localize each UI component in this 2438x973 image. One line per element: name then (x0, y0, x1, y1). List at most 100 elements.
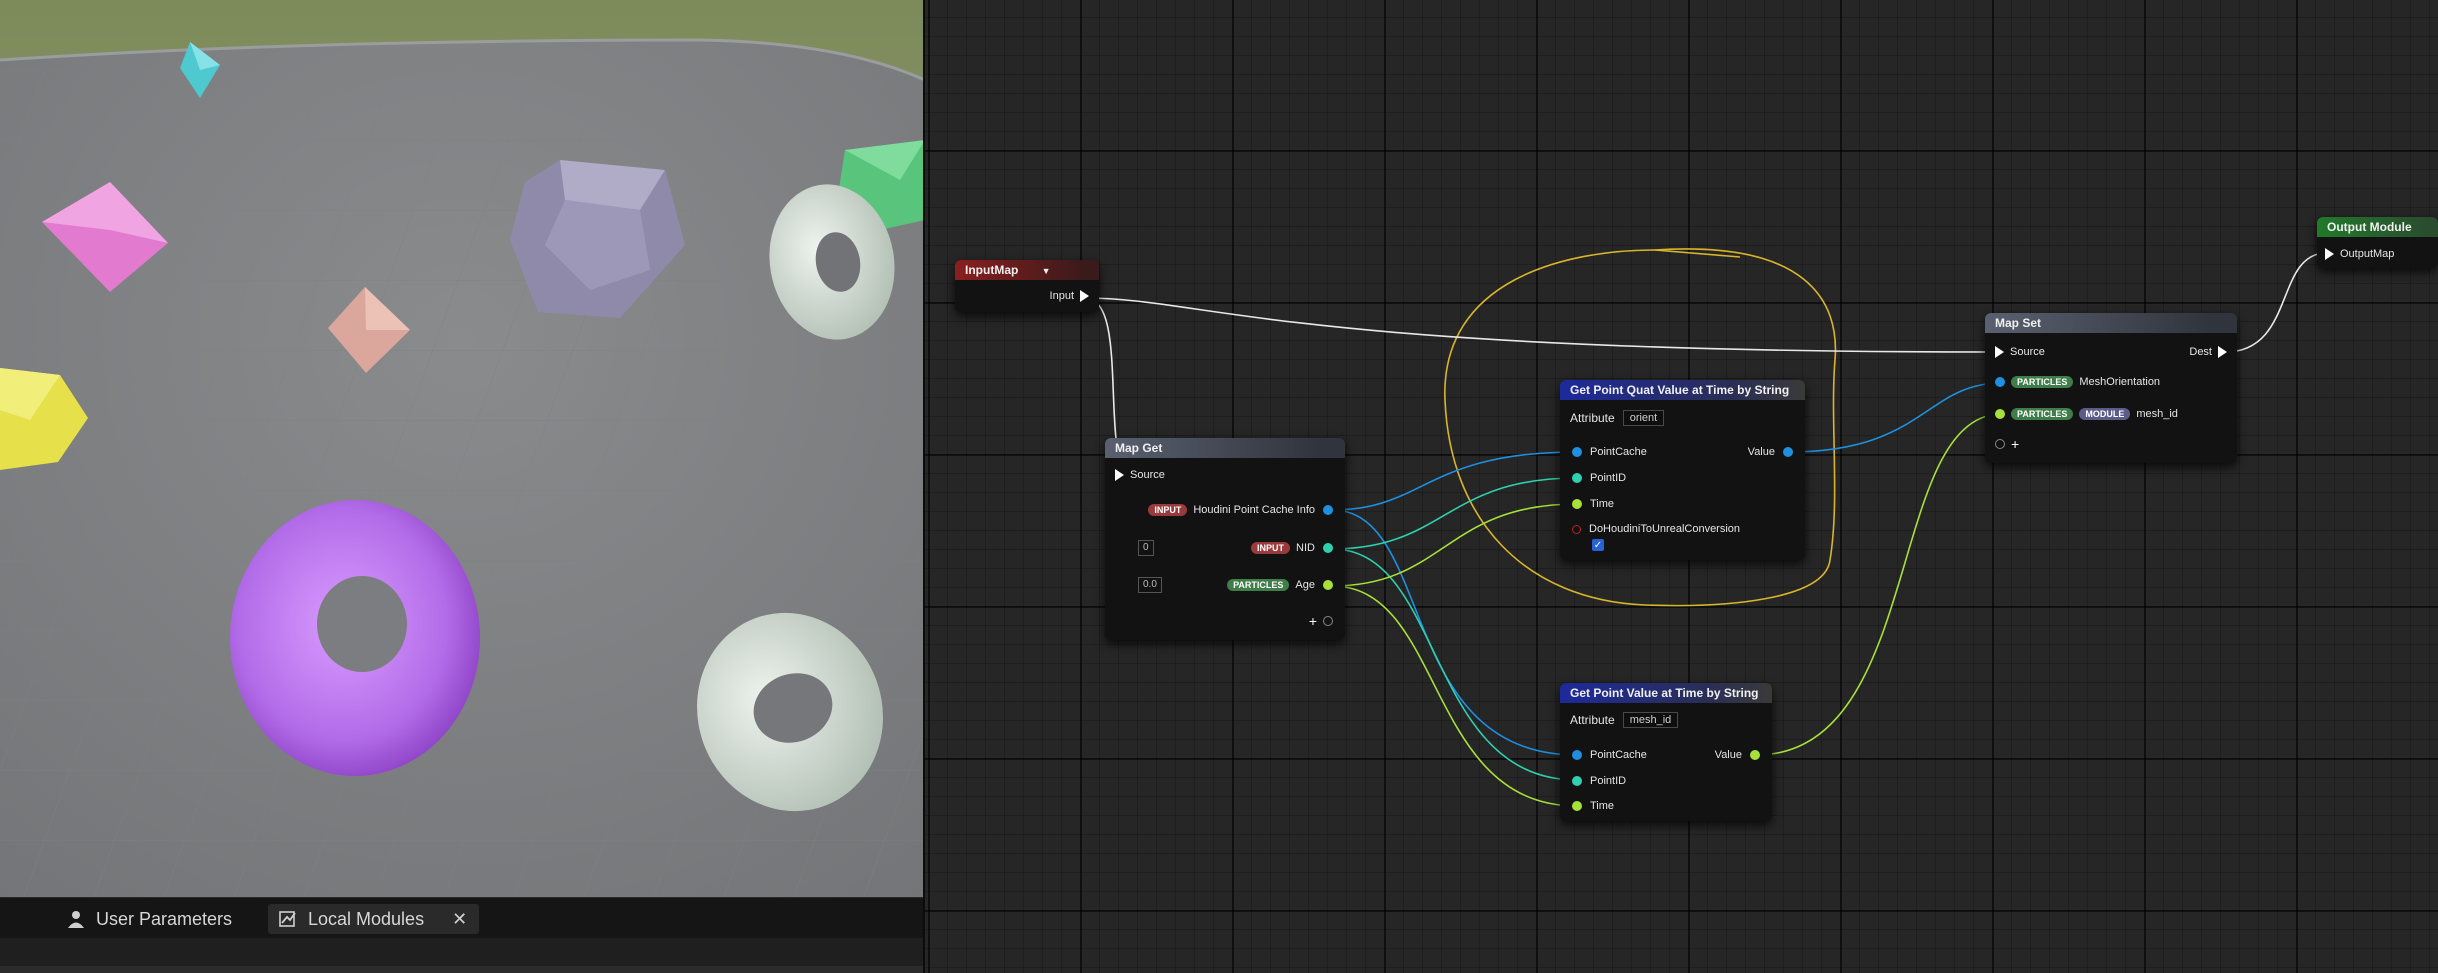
default-value-field[interactable]: 0.0 (1138, 577, 1162, 593)
panel-tab-bar: User Parameters Local Modules ✕ (0, 897, 925, 939)
particles-badge: PARTICLES (1227, 579, 1290, 591)
input-badge: INPUT (1251, 542, 1291, 554)
pin-label: NID (1296, 542, 1315, 554)
pin-label: Houdini Point Cache Info (1193, 504, 1315, 516)
node-get-point-value[interactable]: Get Point Value at Time by String Attrib… (1560, 683, 1772, 821)
add-pin-row: + (1995, 435, 2019, 453)
pin-label: Source (1130, 469, 1165, 481)
particles-badge: PARTICLES (2011, 408, 2074, 420)
output-pin[interactable] (1323, 505, 1333, 515)
add-pin-icon[interactable]: + (1309, 613, 1317, 629)
node-map-set[interactable]: Map Set Source Dest PARTICLES MeshOrient… (1985, 313, 2237, 463)
output-pin[interactable] (1783, 447, 1793, 457)
pin-label: PointCache (1590, 446, 1647, 458)
pin-label: Dest (2189, 346, 2212, 358)
output-pin[interactable] (1323, 543, 1333, 553)
float-wire (1331, 585, 1578, 807)
attribute-label: Attribute (1570, 713, 1615, 727)
pin-label: Time (1590, 800, 1615, 812)
add-pin-icon[interactable]: + (2011, 436, 2019, 452)
pin-label: MeshOrientation (2079, 376, 2161, 388)
int-wire (1331, 477, 1578, 550)
exec-in-pin[interactable] (1115, 469, 1124, 481)
node-input-map[interactable]: InputMap ▼ Input (955, 260, 1099, 312)
attribute-label: Attribute (1570, 411, 1615, 425)
input-pin[interactable] (1572, 801, 1582, 811)
conversion-checkbox[interactable]: ✓ (1592, 539, 1604, 551)
pin-label: PointID (1590, 472, 1627, 484)
exec-in-pin[interactable] (2325, 248, 2334, 260)
pin-label: PointID (1590, 775, 1627, 787)
output-pin[interactable] (1323, 580, 1333, 590)
node-title: Map Set (1995, 316, 2042, 330)
attribute-field[interactable]: orient (1622, 410, 1665, 426)
input-pin[interactable] (1572, 776, 1582, 786)
input-pin[interactable] (1572, 524, 1581, 534)
tab-local-modules[interactable]: Local Modules ✕ (268, 904, 480, 934)
exec-in-pin[interactable] (1995, 346, 2004, 358)
exec-out-pin[interactable] (1080, 290, 1089, 302)
pin-label: Age (1295, 579, 1315, 591)
chevron-down-icon[interactable]: ▼ (1042, 266, 1051, 276)
pin-label: OutputMap (2340, 248, 2395, 260)
exec-pin-icon (1995, 439, 2005, 449)
pin-row-mesh-orientation: PARTICLES MeshOrientation (1995, 373, 2160, 391)
node-title: InputMap (965, 263, 1019, 277)
node-header[interactable]: Map Set (1985, 313, 2237, 333)
tab-user-parameters[interactable]: User Parameters (56, 904, 232, 934)
node-header[interactable]: Get Point Quat Value at Time by String (1560, 380, 1805, 400)
viewport-scene (0, 0, 925, 897)
node-get-point-quat[interactable]: Get Point Quat Value at Time by String A… (1560, 380, 1805, 560)
exec-out-pin[interactable] (2218, 346, 2227, 358)
pin-label: Value (1714, 749, 1742, 761)
node-header[interactable]: Get Point Value at Time by String (1560, 683, 1772, 703)
pin-row-value: Value (1748, 443, 1793, 461)
close-icon[interactable]: ✕ (452, 909, 467, 930)
module-badge: MODULE (2079, 408, 2131, 420)
exec-wire (2224, 252, 2326, 353)
input-pin[interactable] (1572, 473, 1582, 483)
node-title: Output Module (2327, 220, 2412, 234)
node-map-get[interactable]: Map Get Source INPUT Houdini Point Cache… (1105, 438, 1345, 640)
input-pin[interactable] (1572, 447, 1582, 457)
particles-badge: PARTICLES (2011, 376, 2074, 388)
default-value-field[interactable]: 0 (1138, 540, 1154, 556)
input-pin[interactable] (1995, 377, 2005, 387)
pointcache-wire (1787, 382, 2003, 453)
pin-row-source: Source (1995, 343, 2045, 361)
pin-row-point-cache: INPUT Houdini Point Cache Info (1148, 501, 1333, 519)
pin-row-input: Input (1050, 287, 1089, 305)
exec-wire (1084, 297, 1993, 353)
node-title: Get Point Value at Time by String (1570, 686, 1759, 700)
attribute-row: Attribute orient (1570, 409, 1665, 427)
pin-row-value: Value (1715, 746, 1760, 764)
pin-row-time: Time (1572, 495, 1614, 513)
input-badge: INPUT (1148, 504, 1188, 516)
pin-label: DoHoudiniToUnrealConversion (1589, 523, 1741, 535)
attribute-row: Attribute mesh_id (1570, 711, 1679, 729)
panel-content-strip (0, 938, 925, 973)
exec-pin-icon (1323, 616, 1333, 626)
node-header[interactable]: Output Module (2317, 217, 2438, 237)
pin-label: Source (2010, 346, 2045, 358)
tab-label: User Parameters (96, 908, 233, 929)
node-header[interactable]: InputMap ▼ (955, 260, 1099, 280)
pin-label: Input (1049, 290, 1074, 302)
input-pin[interactable] (1995, 409, 2005, 419)
node-header[interactable]: Map Get (1105, 438, 1345, 458)
input-pin[interactable] (1572, 750, 1582, 760)
node-graph-canvas[interactable]: InputMap ▼ Input Map Get Source INPUT Ho… (925, 0, 2438, 973)
pin-label: Time (1590, 498, 1615, 510)
user-icon (68, 911, 84, 928)
pin-row-pointcache: PointCache (1572, 443, 1647, 461)
output-pin[interactable] (1750, 750, 1760, 760)
graph-icon (279, 911, 296, 927)
node-title: Map Get (1115, 441, 1163, 455)
pin-row-output-map: OutputMap (2325, 245, 2394, 263)
tab-label: Local Modules (308, 908, 425, 929)
level-viewport[interactable] (0, 0, 925, 897)
node-output-module[interactable]: Output Module OutputMap (2317, 217, 2438, 268)
node-title: Get Point Quat Value at Time by String (1570, 383, 1790, 397)
attribute-field[interactable]: mesh_id (1622, 712, 1679, 728)
input-pin[interactable] (1572, 499, 1582, 509)
